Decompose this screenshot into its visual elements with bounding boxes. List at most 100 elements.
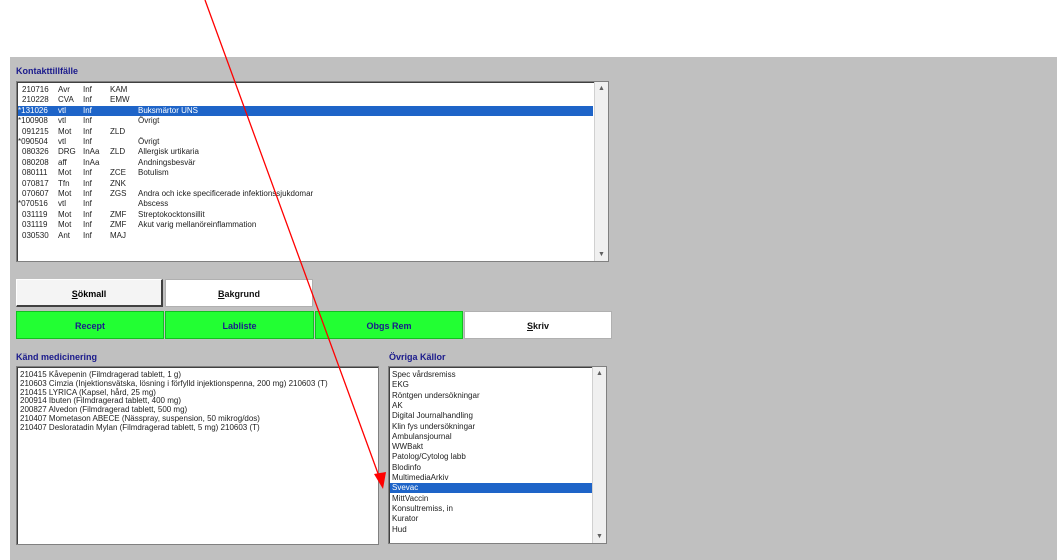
list-item[interactable]: AK	[390, 401, 593, 411]
table-row[interactable]: *100908 vtl Inf Övrigt	[18, 116, 593, 126]
table-row[interactable]: 080111 Mot Inf ZCE Botulism	[18, 168, 593, 178]
cell-kat: Inf	[83, 137, 92, 146]
kontakt-listbox[interactable]: 210716 Avr Inf KAM 210228 CVA Inf EMW *131026 vtl…	[16, 81, 609, 262]
cell-date: 031119	[22, 209, 48, 219]
table-row[interactable]: 080208 aff InAa Andningsbesvär	[18, 158, 593, 168]
cell-typ: Mot	[58, 126, 72, 136]
recept-button[interactable]: Recept	[16, 311, 164, 339]
table-row[interactable]: 031119 Mot Inf ZMF Streptokocktonsillit	[18, 210, 593, 220]
cell-text: Övrigt	[138, 116, 160, 126]
ovriga-title: Övriga Källor	[389, 352, 446, 362]
cell-typ: Mot	[58, 189, 72, 198]
cell-sig: ZMF	[110, 209, 127, 219]
cell-typ: Mot	[58, 220, 72, 230]
list-item[interactable]: EKG	[390, 380, 593, 390]
cell-sig: ZMF	[110, 220, 127, 230]
cell-typ: vtl	[58, 116, 66, 126]
list-item[interactable]: Röntgen undersökningar	[390, 391, 593, 401]
sokmall-rest: ökmall	[77, 289, 107, 299]
cell-date: *100908	[18, 116, 48, 126]
cell-sig: ZCE	[110, 168, 126, 178]
cell-date: 031119	[22, 220, 48, 230]
scroll-down-icon[interactable]: ▼	[595, 248, 608, 261]
table-row[interactable]: 091215 Mot Inf ZLD	[18, 127, 593, 137]
cell-kat: InAa	[83, 157, 100, 167]
list-item[interactable]: Ambulansjournal	[390, 432, 593, 442]
list-item[interactable]: Konsultremiss, in	[390, 504, 593, 514]
cell-typ: aff	[58, 157, 67, 167]
cell-kat: Inf	[83, 168, 92, 178]
cell-sig: ZGS	[110, 189, 127, 198]
list-item[interactable]: Spec vårdsremiss	[390, 370, 593, 380]
list-item[interactable]: WWBakt	[390, 442, 593, 452]
cell-typ: DRG	[58, 147, 76, 157]
cell-date: 210716	[22, 85, 49, 94]
cell-date: 070817	[22, 178, 49, 188]
cell-kat: Inf	[83, 220, 92, 230]
cell-typ: CVA	[58, 95, 74, 105]
skriv-rest: kriv	[533, 321, 550, 331]
cell-date: 030530	[22, 230, 49, 240]
medicinering-title: Känd medicinering	[16, 352, 98, 362]
list-item[interactable]: Svevac	[390, 483, 593, 494]
labliste-button[interactable]: Labliste	[165, 311, 314, 339]
cell-text: Övrigt	[138, 137, 160, 146]
scroll-up-icon[interactable]: ▲	[593, 367, 606, 380]
cell-sig: ZLD	[110, 147, 126, 157]
list-item[interactable]: Hud	[390, 525, 593, 535]
list-item[interactable]: MultimediaArkiv	[390, 473, 593, 483]
list-item[interactable]: Kurator	[390, 514, 593, 524]
list-item[interactable]: Digital Journalhandling	[390, 411, 593, 421]
list-item[interactable]: Patolog/Cytolog labb	[390, 452, 593, 462]
table-row[interactable]: 070607 Mot Inf ZGS Andra och icke specificer…	[18, 189, 593, 199]
cell-typ: Tfn	[58, 178, 70, 188]
list-item[interactable]: MittVaccin	[390, 494, 593, 504]
cell-typ: Ant	[58, 230, 71, 240]
scroll-down-icon[interactable]: ▼	[593, 530, 606, 543]
cell-typ: vtl	[58, 199, 66, 209]
ovriga-scrollbar[interactable]: ▲ ▼	[592, 367, 606, 543]
ovriga-listbox[interactable]: Spec vårdsremiss EKG Röntgen undersökninga…	[388, 366, 607, 544]
cell-typ: vtl	[58, 137, 66, 146]
table-row[interactable]: 210716 Avr Inf KAM	[18, 85, 593, 95]
obgs-rem-button[interactable]: Obgs Rem	[315, 311, 463, 339]
medicinering-box[interactable]: 210415 Kåvepenin (Filmdragerad tablett, …	[16, 366, 379, 545]
cell-date: *131026	[18, 105, 48, 115]
cell-typ: Mot	[58, 209, 72, 219]
table-row[interactable]: 080326 DRG InAa ZLD Allergisk urtikaria	[18, 147, 593, 157]
skriv-button[interactable]: Skriv	[464, 311, 612, 339]
cell-date: 080111	[22, 168, 48, 178]
table-row[interactable]: *090504 vtl Inf Övrigt	[18, 137, 593, 147]
cell-text: Streptokocktonsillit	[138, 209, 205, 219]
table-row[interactable]: *131026 vtl Inf Buksmärtor UNS	[18, 105, 593, 116]
table-row[interactable]: *070516 vtl Inf Abscess	[18, 199, 593, 209]
cell-date: 080326	[22, 147, 49, 157]
cell-typ: Avr	[58, 85, 70, 94]
bakgrund-button[interactable]: Bakgrund	[165, 279, 313, 307]
cell-kat: Inf	[83, 189, 92, 198]
cell-kat: Inf	[83, 85, 92, 94]
sokmall-button[interactable]: Sökmall	[16, 279, 163, 307]
cell-text: Andra och icke specificerade infektionss…	[138, 189, 314, 198]
table-row[interactable]: 070817 Tfn Inf ZNK	[18, 179, 593, 189]
cell-sig: MAJ	[110, 230, 126, 240]
table-row[interactable]: 210228 CVA Inf EMW	[18, 95, 593, 105]
scroll-up-icon[interactable]: ▲	[595, 82, 608, 95]
cell-kat: Inf	[83, 230, 92, 240]
table-row[interactable]: 030530 Ant Inf MAJ	[18, 231, 593, 241]
kontakt-scrollbar[interactable]: ▲ ▼	[594, 82, 608, 261]
table-row[interactable]: 031119 Mot Inf ZMF Akut varig mellanöreinfla…	[18, 220, 593, 230]
cell-text: Akut varig mellanöreinflammation	[138, 220, 257, 230]
cell-date: 210228	[22, 95, 49, 105]
kontakt-title: Kontakttillfälle	[16, 66, 79, 76]
list-item: 210407 Desloratadin Mylan (Filmdragerad …	[20, 422, 260, 432]
cell-kat: Inf	[83, 116, 92, 126]
cell-text: Botulism	[138, 168, 169, 178]
list-item[interactable]: Blodinfo	[390, 463, 593, 473]
cell-kat: Inf	[83, 126, 92, 136]
list-item[interactable]: Klin fys undersökningar	[390, 422, 593, 432]
cell-sig: KAM	[110, 85, 128, 94]
cell-text: Andningsbesvär	[138, 157, 196, 167]
cell-text: Abscess	[138, 199, 169, 209]
cell-text: Allergisk urtikaria	[138, 147, 199, 157]
